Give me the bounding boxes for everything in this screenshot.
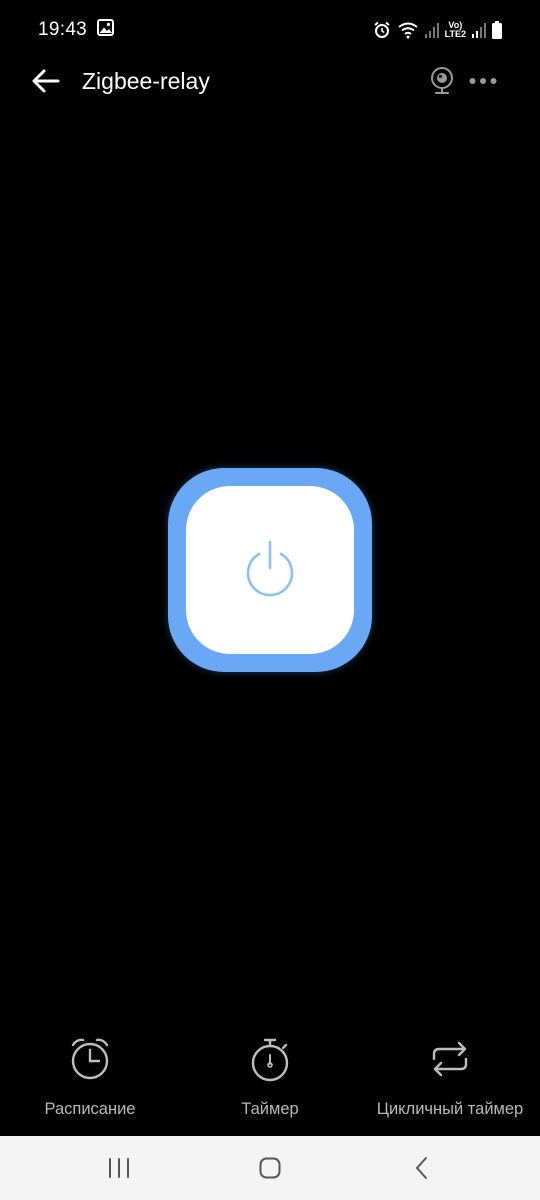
power-toggle-button[interactable] [168, 468, 372, 672]
system-back-button[interactable] [410, 1156, 434, 1185]
schedule-button[interactable]: Расписание [40, 1034, 140, 1119]
app-bar: Zigbee-relay [0, 52, 540, 110]
lte-bottom-label: LTE2 [444, 29, 466, 39]
repeat-icon [428, 1034, 472, 1084]
system-nav-bar [0, 1136, 540, 1200]
signal-icon [424, 22, 439, 38]
alarm-icon [373, 21, 391, 39]
more-options-button[interactable] [469, 74, 497, 88]
recent-apps-icon [106, 1158, 132, 1184]
recent-apps-button[interactable] [106, 1156, 132, 1185]
lte-indicator: Vo) LTE2 [445, 21, 466, 39]
home-button[interactable] [258, 1156, 282, 1185]
page-title: Zigbee-relay [82, 68, 210, 94]
back-button[interactable] [30, 67, 62, 95]
battery-icon [492, 21, 502, 39]
schedule-label: Расписание [44, 1100, 136, 1118]
cyclic-timer-label: Цикличный таймер [376, 1100, 524, 1118]
arrow-left-icon [30, 69, 62, 99]
alarm-clock-icon [68, 1034, 112, 1084]
gallery-icon [97, 19, 115, 41]
stopwatch-icon [248, 1034, 292, 1084]
wifi-icon [397, 21, 419, 39]
back-icon [410, 1157, 434, 1184]
bottom-actions: Расписание Таймер Цикличный таймер [0, 1034, 540, 1134]
camera-button[interactable] [428, 66, 456, 96]
power-button-face [186, 486, 354, 654]
status-right: Vo) LTE2 [373, 21, 502, 39]
timer-button[interactable]: Таймер [230, 1034, 310, 1119]
signal-icon [472, 22, 486, 38]
timer-label: Таймер [241, 1100, 299, 1118]
status-left: 19:43 [38, 19, 115, 41]
camera-icon [428, 67, 456, 100]
status-time: 19:43 [38, 19, 88, 40]
status-bar: 19:43 Vo) LTE2 [0, 0, 540, 60]
device-screen: 19:43 Vo) LTE2 Zigbee-relay Расписание Т… [0, 0, 540, 1200]
power-icon [242, 538, 298, 603]
home-icon [258, 1157, 282, 1184]
more-horizontal-icon [469, 75, 497, 92]
cyclic-timer-button[interactable]: Цикличный таймер [366, 1034, 534, 1119]
